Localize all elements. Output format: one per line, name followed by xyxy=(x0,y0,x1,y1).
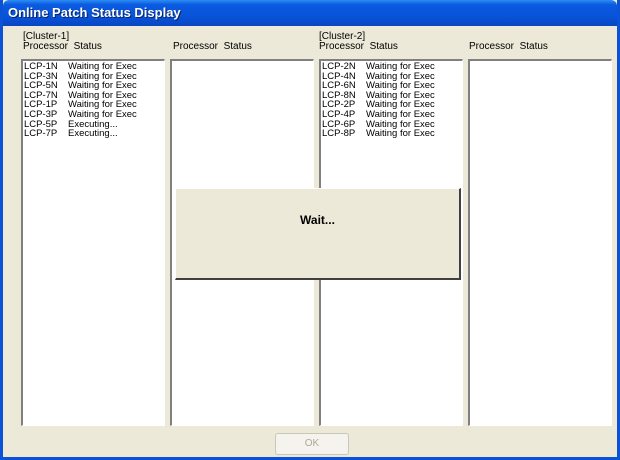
column-3-header: Processor Status xyxy=(319,41,398,52)
processor-name: LCP-8P xyxy=(322,128,356,140)
cluster-2-list-b[interactable] xyxy=(468,59,612,426)
column-2-header: Processor Status xyxy=(173,41,252,52)
title-bar[interactable]: Online Patch Status Display xyxy=(3,0,617,26)
window-title: Online Patch Status Display xyxy=(8,5,181,20)
ok-button[interactable]: OK xyxy=(275,433,349,455)
cluster-1-list-a[interactable]: LCP-1N Waiting for Exec LCP-3N Waiting for … xyxy=(21,59,165,426)
wait-dialog: Wait... xyxy=(175,188,461,280)
list-item[interactable]: LCP-7P Executing... xyxy=(23,129,164,139)
column-4-header: Processor Status xyxy=(469,41,548,52)
list-item[interactable]: LCP-8P Waiting for Exec xyxy=(321,129,462,139)
column-1-header: Processor Status xyxy=(23,41,102,52)
processor-status: Executing... xyxy=(68,128,118,140)
wait-message: Wait... xyxy=(300,213,335,227)
online-patch-status-window: Online Patch Status Display [Cluster-1] … xyxy=(0,0,620,460)
processor-status: Waiting for Exec xyxy=(366,128,435,140)
processor-name: LCP-7P xyxy=(24,128,58,140)
